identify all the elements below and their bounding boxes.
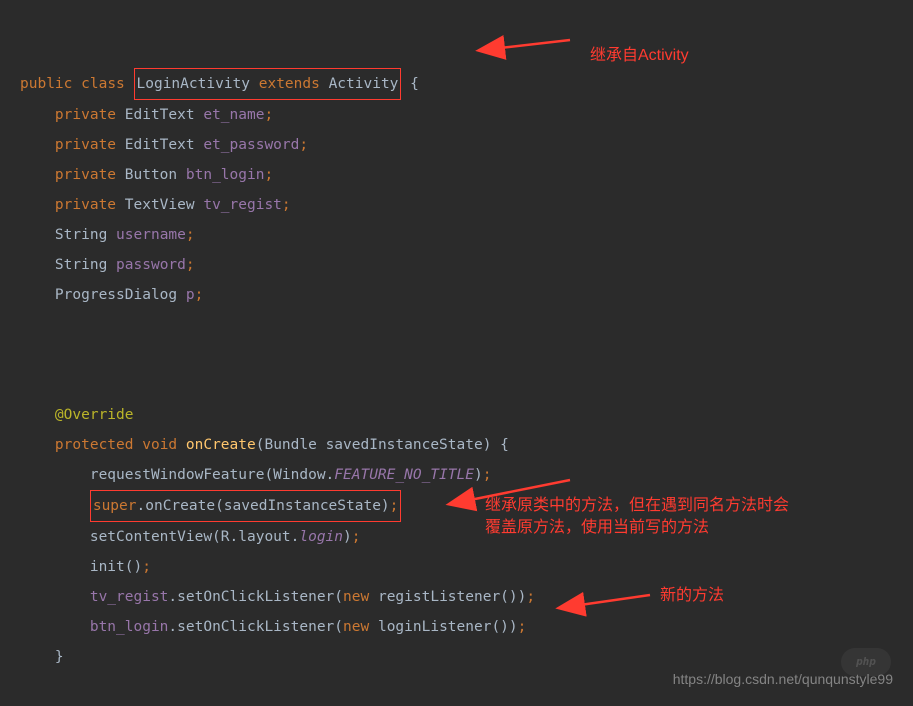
- keyword-class: class: [81, 76, 125, 92]
- keyword-private: private: [55, 197, 116, 213]
- brace: {: [410, 76, 419, 92]
- type: TextView: [125, 197, 195, 213]
- registlistener: registListener()): [369, 589, 526, 605]
- layout-login: login: [299, 529, 343, 545]
- method-oncreate: onCreate: [186, 437, 256, 453]
- field-et-password: et_password: [203, 137, 299, 153]
- ref-tv-regist: tv_regist: [90, 589, 169, 605]
- annotation-line2: 覆盖原方法，使用当前写的方法: [485, 517, 789, 539]
- keyword-private: private: [55, 107, 116, 123]
- keyword-private: private: [55, 167, 116, 183]
- setonclick-b: .setOnClickListener(: [168, 619, 343, 635]
- annotation-line1: 继承原类中的方法，但在遇到同名方法时会: [485, 495, 789, 517]
- call-init: init(): [90, 559, 142, 575]
- keyword-protected: protected: [55, 437, 134, 453]
- keyword-private: private: [55, 137, 116, 153]
- field-p: p: [186, 287, 195, 303]
- box-class-declaration: LoginActivity extends Activity: [134, 68, 402, 100]
- setcontentview-b: ): [343, 529, 352, 545]
- keyword-super: super: [93, 498, 137, 514]
- type: EditText: [125, 137, 195, 153]
- ref-btn-login: btn_login: [90, 619, 169, 635]
- super-rest: .onCreate(savedInstanceState): [137, 498, 390, 514]
- annotation-inherit-method: 继承原类中的方法，但在遇到同名方法时会 覆盖原方法，使用当前写的方法: [485, 495, 789, 539]
- call-requestwindowfeature: requestWindowFeature(Window.: [90, 467, 334, 483]
- keyword-public: public: [20, 76, 72, 92]
- type: EditText: [125, 107, 195, 123]
- field-et-name: et_name: [203, 107, 264, 123]
- watermark-text: https://blog.csdn.net/qunqunstyle99: [673, 664, 893, 694]
- code-block: public class LoginActivity extends Activ…: [0, 0, 913, 692]
- keyword-void: void: [142, 437, 177, 453]
- annotation-new-method: 新的方法: [660, 585, 724, 607]
- class-decl-text: LoginActivity extends Activity: [137, 76, 399, 92]
- type: ProgressDialog: [55, 287, 177, 303]
- field-btn-login: btn_login: [186, 167, 265, 183]
- keyword-new: new: [343, 619, 369, 635]
- box-super-call: super.onCreate(savedInstanceState);: [90, 490, 402, 522]
- keyword-new: new: [343, 589, 369, 605]
- field-username: username: [116, 227, 186, 243]
- const-feature-no-title: FEATURE_NO_TITLE: [334, 467, 474, 483]
- loginlistener: loginListener()): [369, 619, 517, 635]
- type: String: [55, 257, 107, 273]
- annotation-inherit-activity: 继承自Activity: [590, 45, 689, 67]
- paren: ): [474, 467, 483, 483]
- params: (Bundle savedInstanceState) {: [256, 437, 509, 453]
- field-tv-regist: tv_regist: [203, 197, 282, 213]
- setonclick-a: .setOnClickListener(: [168, 589, 343, 605]
- setcontentview-a: setContentView(R.layout.: [90, 529, 300, 545]
- type: Button: [125, 167, 177, 183]
- type: String: [55, 227, 107, 243]
- field-password: password: [116, 257, 186, 273]
- annotation-override: @Override: [55, 407, 134, 423]
